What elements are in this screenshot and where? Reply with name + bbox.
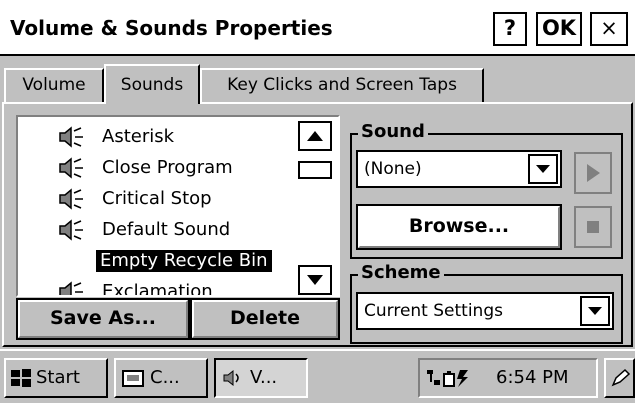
- speaker-icon: [59, 157, 83, 179]
- system-tray: 6:54 PM: [418, 358, 598, 398]
- windows-flag-icon: [11, 369, 31, 387]
- tab-volume[interactable]: Volume: [4, 68, 104, 102]
- tab-key-clicks[interactable]: Key Clicks and Screen Taps: [200, 68, 484, 102]
- taskbar: Start C... V... 6:54 PM: [0, 349, 635, 403]
- window-title: Volume & Sounds Properties: [10, 16, 333, 40]
- taskbar-item-label: V...: [250, 367, 278, 388]
- speaker-icon: [59, 219, 83, 241]
- list-item-label: Asterisk: [102, 126, 175, 147]
- start-label: Start: [36, 367, 80, 388]
- down-arrow-icon: [307, 275, 323, 285]
- taskbar-item-label: C...: [150, 367, 180, 388]
- connection-battery-power-icon[interactable]: [426, 368, 472, 388]
- list-item-label: Close Program: [102, 157, 233, 178]
- control-panel-icon: [122, 370, 144, 387]
- taskbar-item-control-panel[interactable]: C...: [114, 358, 208, 398]
- list-item-label: Default Sound: [102, 219, 231, 240]
- speaker-icon: [59, 281, 83, 295]
- close-button[interactable]: ×: [590, 12, 628, 46]
- sound-event-list[interactable]: Asterisk Close Program Critical Stop Defaul…: [16, 115, 340, 297]
- speaker-icon: [59, 188, 83, 210]
- title-bar: Volume & Sounds Properties ? OK ×: [0, 0, 635, 56]
- list-item-label: Exclamation: [102, 281, 213, 297]
- ok-button[interactable]: OK: [536, 12, 582, 46]
- start-button[interactable]: Start: [4, 358, 108, 398]
- list-item-label: Critical Stop: [102, 188, 212, 209]
- input-panel-button[interactable]: [604, 358, 635, 398]
- tab-sounds[interactable]: Sounds: [104, 64, 200, 104]
- scroll-thumb[interactable]: [298, 161, 332, 179]
- speaker-icon: [59, 126, 83, 148]
- scroll-down-arrow[interactable]: [298, 265, 332, 295]
- scrollbar[interactable]: [294, 117, 338, 295]
- up-arrow-icon: [307, 131, 323, 141]
- help-button[interactable]: ?: [493, 12, 527, 46]
- list-item-label: Empty Recycle Bin: [96, 250, 272, 272]
- pen-icon: [611, 368, 631, 387]
- speaker-icon: [223, 369, 239, 387]
- scroll-up-arrow[interactable]: [298, 121, 332, 151]
- clock[interactable]: 6:54 PM: [496, 360, 569, 396]
- taskbar-item-volume[interactable]: V...: [214, 358, 308, 398]
